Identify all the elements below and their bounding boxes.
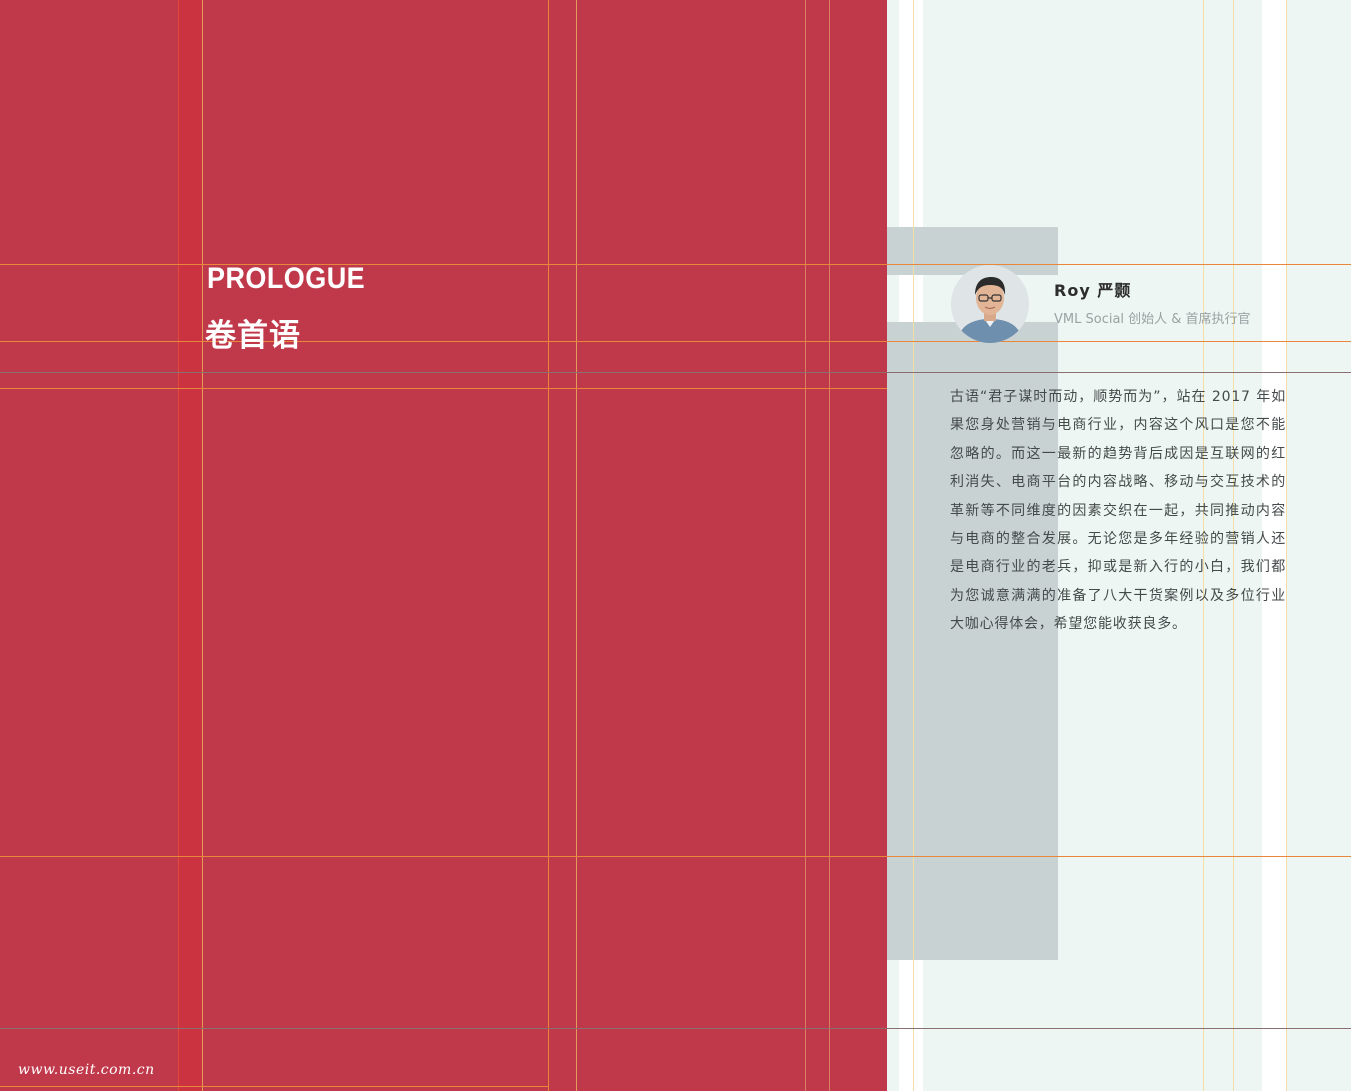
- guide-line: [0, 1086, 548, 1087]
- guide-line: [0, 341, 1351, 342]
- prologue-title: PROLOGUE: [207, 262, 366, 295]
- guide-line: [576, 0, 577, 1091]
- guide-line: [913, 0, 914, 1091]
- person-portrait-icon: [951, 265, 1029, 343]
- guide-line: [0, 388, 887, 389]
- guide-line: [0, 264, 1351, 265]
- author-avatar: [951, 265, 1029, 343]
- guide-line: [0, 372, 1351, 373]
- guide-line: [1286, 0, 1287, 1091]
- guide-line: [178, 0, 179, 1091]
- author-role: VML Social 创始人 & 首席执行官: [1054, 312, 1251, 327]
- author-name: Roy 严颢: [1054, 281, 1132, 300]
- left-page: [0, 0, 887, 1091]
- guide-line: [0, 856, 1351, 857]
- left-accent-stripe: [178, 0, 202, 1091]
- guide-line: [202, 0, 203, 1091]
- guide-line: [0, 1028, 1351, 1029]
- guide-line: [548, 0, 549, 1091]
- guide-line: [829, 0, 830, 1091]
- guide-line: [805, 0, 806, 1091]
- prologue-title-chinese: 卷首语: [205, 318, 301, 354]
- watermark: www.useit.com.cn: [18, 1062, 155, 1078]
- prologue-paragraph: 古语“君子谋时而动，顺势而为”，站在 2017 年如果您身处营销与电商行业，内容…: [950, 389, 1286, 633]
